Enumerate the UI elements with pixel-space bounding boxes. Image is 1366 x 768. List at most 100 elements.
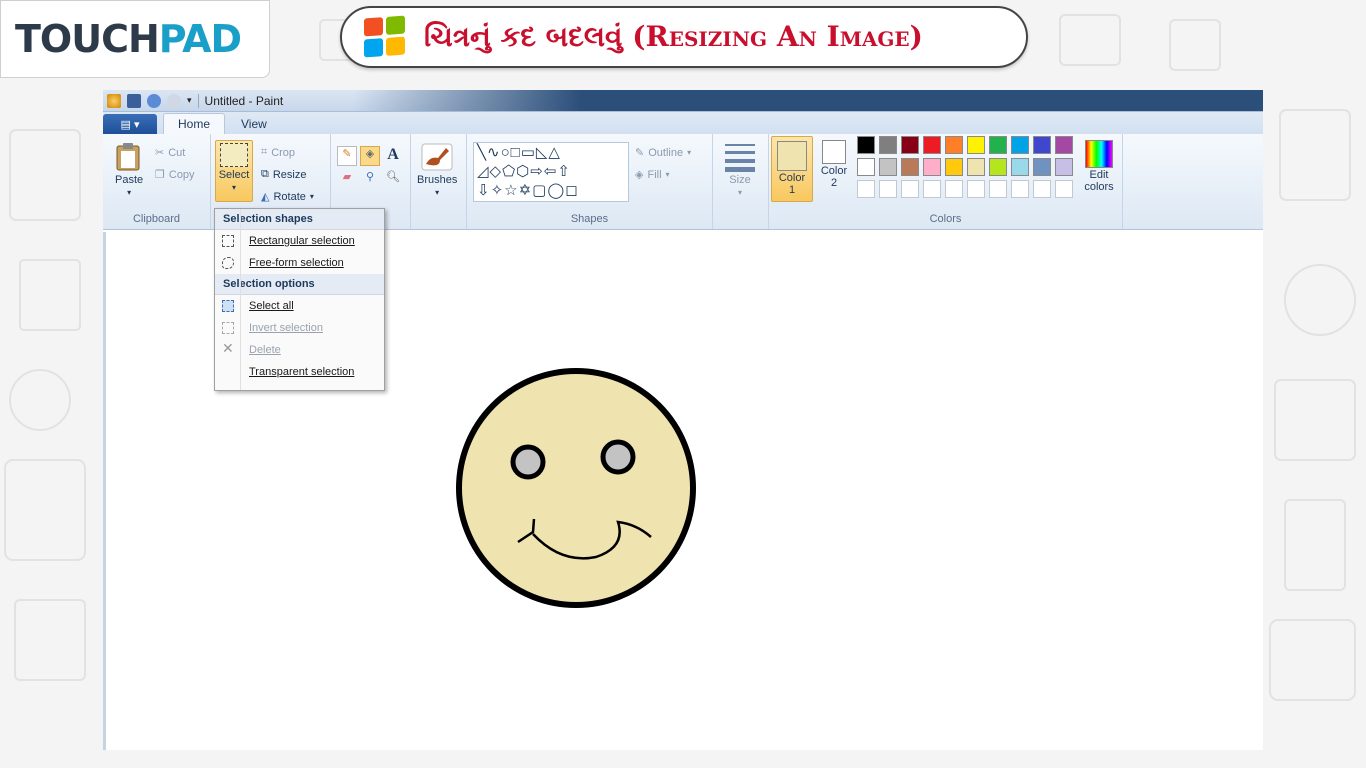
palette-swatch[interactable] [923, 136, 941, 154]
fill-button[interactable]: ◈ Fill ▾ [635, 168, 670, 182]
paste-button[interactable]: Paste ▾ [115, 142, 143, 197]
edit-colors-button[interactable]: Edit colors [1081, 140, 1117, 193]
copy-label: Copy [168, 168, 195, 181]
palette-swatch[interactable] [945, 136, 963, 154]
palette-swatch[interactable] [901, 136, 919, 154]
palette-swatch[interactable] [1011, 158, 1029, 176]
free-form-selection-label: Free-form selection [249, 257, 344, 269]
paste-label: Paste [115, 174, 144, 186]
palette-swatch[interactable] [901, 180, 919, 198]
rotate-button[interactable]: ◭ Rotate ▾ [261, 190, 314, 204]
pencil-icon[interactable]: ✎ [337, 146, 357, 166]
color-picker-icon[interactable]: ⚲ [360, 170, 380, 190]
eraser-icon[interactable]: ▰ [337, 170, 357, 190]
fill-icon: ◈ [635, 169, 644, 181]
color2-button[interactable]: Color 2 [817, 140, 851, 202]
shapes-group-label: Shapes [570, 213, 609, 225]
color1-swatch [777, 141, 807, 171]
palette-swatch[interactable] [945, 158, 963, 176]
palette-swatch[interactable] [945, 180, 963, 198]
file-menu-button[interactable]: ▤ ▾ [103, 114, 157, 134]
clipboard-group-label: Clipboard [132, 213, 181, 225]
colors-group: Color 1 Color 2 Edit colors Colors [769, 134, 1123, 229]
free-form-selection-item[interactable]: Free-form selection [215, 252, 384, 274]
right-eye [600, 439, 636, 475]
select-all-item[interactable]: Select all [215, 295, 384, 317]
copy-icon: ❐ [155, 169, 165, 181]
free-form-select-icon [222, 257, 234, 269]
palette-swatch[interactable] [967, 180, 985, 198]
palette-swatch[interactable] [967, 158, 985, 176]
select-rectangle-icon [220, 143, 248, 167]
palette-swatch[interactable] [989, 180, 1007, 198]
outline-button[interactable]: ✎ Outline ▾ [635, 146, 691, 160]
palette-swatch[interactable] [879, 180, 897, 198]
color1-label: Color 1 [778, 172, 806, 196]
copy-button[interactable]: ❐ Copy [155, 168, 195, 182]
tab-view[interactable]: View [227, 114, 281, 134]
palette-swatch[interactable] [1033, 158, 1051, 176]
palette-swatch[interactable] [989, 136, 1007, 154]
paint-app-icon [107, 93, 121, 108]
banner-title: ચિત્રનું કદ બદલવું (Resizing An Image) [424, 20, 923, 53]
select-all-icon [222, 300, 234, 312]
color2-swatch [822, 140, 846, 164]
quick-access-dropdown-icon[interactable]: ▾ [187, 95, 192, 106]
palette-swatch[interactable] [1011, 180, 1029, 198]
palette-swatch[interactable] [857, 158, 875, 176]
transparent-selection-label: Transparent selection [249, 366, 355, 378]
invert-selection-item[interactable]: Invert selection [215, 317, 384, 339]
color1-button[interactable]: Color 1 [771, 136, 813, 202]
select-all-label: Select all [249, 300, 294, 312]
palette-swatch[interactable] [1055, 180, 1073, 198]
select-dropdown-menu: Selection shapes Rectangular selection F… [214, 208, 385, 391]
palette-swatch[interactable] [1033, 136, 1051, 154]
cut-button[interactable]: ✂ Cut [155, 146, 185, 160]
palette-swatch[interactable] [967, 136, 985, 154]
palette-swatch[interactable] [879, 158, 897, 176]
magnifier-icon[interactable]: 🔍︎ [383, 170, 403, 190]
palette-swatch[interactable] [901, 158, 919, 176]
palette-swatch[interactable] [879, 136, 897, 154]
tab-home[interactable]: Home [163, 113, 226, 134]
rotate-label: Rotate [273, 190, 306, 203]
select-button[interactable]: Select ▾ [215, 140, 253, 202]
scissors-icon: ✂ [155, 147, 165, 159]
palette-swatch[interactable] [1011, 136, 1029, 154]
brushes-button[interactable]: Brushes ▾ [417, 142, 457, 197]
crop-label: Crop [271, 146, 296, 159]
resize-label: Resize [272, 168, 307, 181]
rectangular-selection-item[interactable]: Rectangular selection [215, 230, 384, 252]
undo-icon[interactable] [147, 93, 161, 108]
crop-button[interactable]: ⌗ Crop [261, 146, 295, 159]
palette-swatch[interactable] [1055, 158, 1073, 176]
shapes-group: ╲∿○□▭◺△ ◿◇⬠⬡⇨⇦⇧ ⇩✧☆✡▢◯◻ ✎ Outline ▾ ◈ Fill ▾ S… [467, 134, 713, 229]
palette-swatch[interactable] [923, 180, 941, 198]
redo-icon[interactable] [167, 93, 181, 108]
palette-swatch[interactable] [989, 158, 1007, 176]
title-bar: ▾ Untitled - Paint [103, 90, 1263, 112]
text-tool-icon[interactable]: A [383, 146, 403, 166]
palette-swatch[interactable] [1055, 136, 1073, 154]
palette-swatch[interactable] [857, 180, 875, 198]
resize-button[interactable]: ⧉ Resize [261, 168, 306, 181]
edit-colors-label: Edit colors [1084, 169, 1114, 193]
color2-label: Color 2 [820, 165, 848, 189]
palette-swatch[interactable] [923, 158, 941, 176]
fill-label: Fill [647, 168, 662, 181]
outline-icon: ✎ [635, 147, 645, 159]
shapes-gallery[interactable]: ╲∿○□▭◺△ ◿◇⬠⬡⇨⇦⇧ ⇩✧☆✡▢◯◻ [473, 142, 629, 202]
transparent-selection-item[interactable]: Transparent selection [215, 361, 384, 383]
fill-bucket-icon[interactable]: ◈ [360, 146, 380, 166]
save-icon[interactable] [127, 93, 141, 108]
paint-window: ▾ Untitled - Paint ▤ ▾ Home View Paste ▾… [103, 90, 1263, 750]
delete-item[interactable]: ✕ Delete [215, 339, 384, 361]
left-eye [510, 444, 546, 480]
size-button[interactable]: Size ▾ [723, 142, 757, 197]
brushes-label: Brushes [417, 174, 458, 186]
outline-label: Outline [648, 146, 684, 159]
invert-selection-icon [222, 322, 234, 334]
palette-swatch[interactable] [857, 136, 875, 154]
line-size-icon [725, 144, 755, 172]
palette-swatch[interactable] [1033, 180, 1051, 198]
